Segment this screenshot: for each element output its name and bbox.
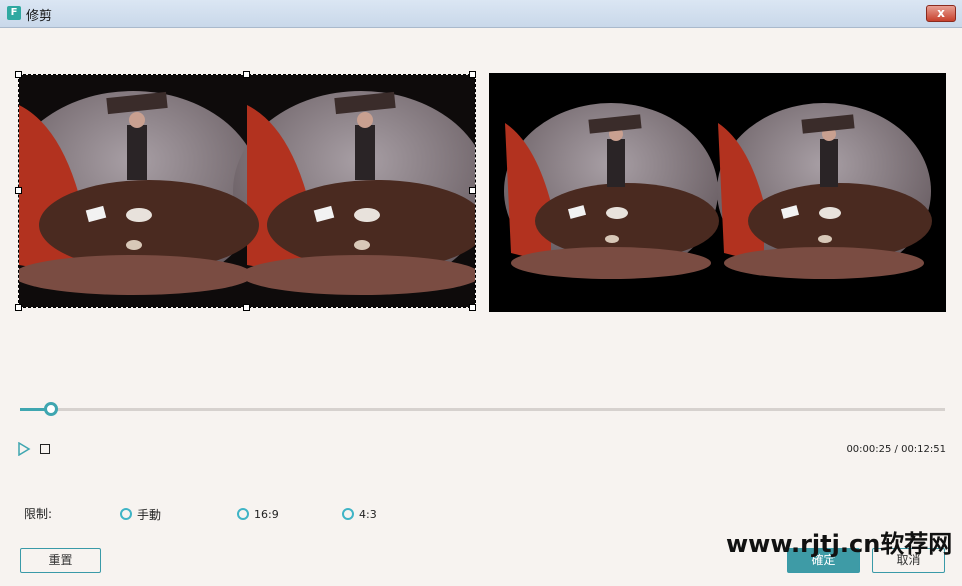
watermark-text: www.rjtj.cn软荐网 xyxy=(726,530,953,558)
crop-handle-bottom-right[interactable] xyxy=(469,304,476,311)
play-icon xyxy=(18,441,31,457)
crop-handle-bottom-left[interactable] xyxy=(15,304,22,311)
radio-manual-label: 手動 xyxy=(137,507,162,522)
radio-4-3-label: 4:3 xyxy=(359,507,377,521)
radio-circle-icon xyxy=(120,508,132,520)
stop-button[interactable] xyxy=(40,444,50,454)
app-icon: F xyxy=(7,6,21,20)
window-title: 修剪 xyxy=(26,9,53,24)
play-button[interactable] xyxy=(17,441,31,457)
crop-handle-top-center[interactable] xyxy=(243,71,250,78)
reset-button[interactable]: 重置 xyxy=(20,548,101,573)
radio-16-9[interactable]: 16:9 xyxy=(237,507,279,521)
radio-circle-icon xyxy=(342,508,354,520)
close-button[interactable]: x xyxy=(926,5,956,22)
radio-4-3[interactable]: 4:3 xyxy=(342,507,377,521)
timeline-thumb[interactable] xyxy=(43,402,58,416)
crop-selection-frame[interactable] xyxy=(18,74,476,308)
crop-handle-top-left[interactable] xyxy=(15,71,22,78)
output-frame-image xyxy=(504,103,932,279)
title-bar: F 修剪 x xyxy=(0,0,962,28)
radio-circle-icon xyxy=(237,508,249,520)
crop-handle-middle-left[interactable] xyxy=(15,187,22,194)
radio-16-9-label: 16:9 xyxy=(254,507,279,521)
crop-handle-bottom-center[interactable] xyxy=(243,304,250,311)
crop-handle-middle-right[interactable] xyxy=(469,187,476,194)
radio-manual[interactable]: 手動 xyxy=(120,507,162,522)
limit-label: 限制: xyxy=(24,507,53,521)
time-display: 00:00:25 / 00:12:51 xyxy=(846,444,946,455)
crop-handle-top-right[interactable] xyxy=(469,71,476,78)
timeline-track[interactable] xyxy=(20,408,945,411)
output-video-preview xyxy=(489,73,946,312)
